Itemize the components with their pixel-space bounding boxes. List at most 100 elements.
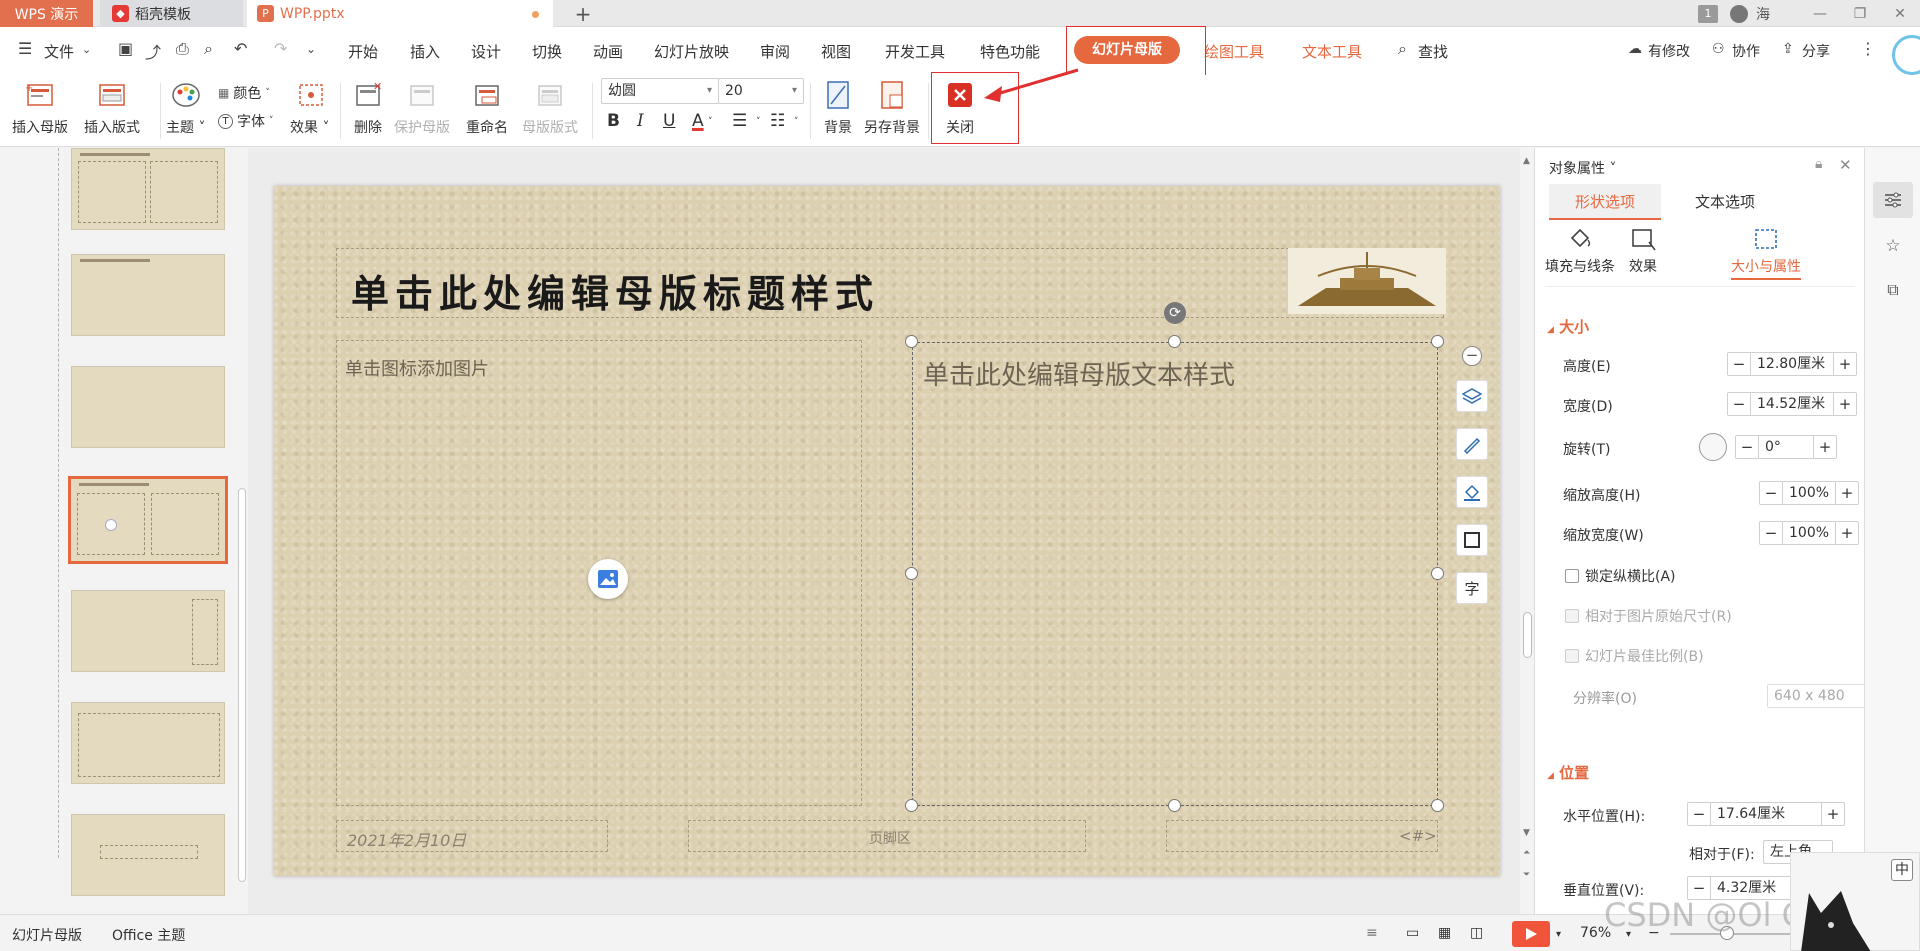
increment-button[interactable]: + (1834, 353, 1856, 375)
resize-handle-sw[interactable] (905, 799, 918, 812)
normal-view-icon[interactable]: ▭ (1406, 925, 1419, 941)
height-stepper[interactable]: − 12.80厘米 + (1727, 352, 1857, 376)
rotation-stepper[interactable]: − 0° + (1735, 435, 1837, 459)
menu-view[interactable]: 视图 (821, 41, 851, 62)
menu-insert[interactable]: 插入 (410, 41, 440, 62)
subtab-effects[interactable]: 效果 (1629, 226, 1657, 276)
increment-button[interactable]: + (1836, 522, 1858, 544)
scroll-down-icon[interactable]: ▼ (1523, 828, 1530, 838)
scale-height-stepper[interactable]: − 100% + (1759, 481, 1859, 505)
thumbnail-layout-section[interactable] (71, 814, 225, 896)
menu-text-tools[interactable]: 文本工具 (1302, 41, 1362, 62)
panel-title[interactable]: 对象属性 ˅ (1549, 158, 1616, 178)
tab-text-options[interactable]: 文本选项 (1665, 184, 1785, 220)
save-background-button[interactable]: 另存背景 (864, 79, 920, 137)
export-pdf-icon[interactable]: ⤴ (145, 39, 161, 63)
lock-icon[interactable]: 🔒︎ (1815, 156, 1822, 172)
text-placeholder-selected[interactable]: 单击此处编辑母版文本样式 (912, 342, 1438, 806)
resize-handle-w[interactable] (905, 567, 918, 580)
comment-icon[interactable]: ⧉ (1873, 272, 1913, 308)
decrement-button[interactable]: − (1760, 522, 1782, 544)
user-avatar[interactable] (1730, 4, 1748, 23)
menu-special[interactable]: 特色功能 (980, 41, 1040, 62)
decrement-button[interactable]: − (1760, 482, 1782, 504)
insert-layout-button[interactable]: 插入版式 (84, 79, 140, 137)
horizontal-position-stepper[interactable]: − 17.64厘米 + (1687, 802, 1845, 826)
scale-width-value[interactable]: 100% (1782, 522, 1836, 544)
menu-file[interactable]: 文件 (44, 41, 74, 62)
effects-button[interactable]: 效果 ˅ (290, 79, 329, 137)
increment-button[interactable]: + (1822, 803, 1844, 825)
thumbnail-layout-icons-2[interactable] (71, 702, 225, 784)
save-icon[interactable]: ▣ (118, 39, 133, 58)
increment-button[interactable]: + (1836, 482, 1858, 504)
footer-placeholder[interactable]: 页脚区 (688, 820, 1086, 852)
numbered-dropdown-icon[interactable]: ˅ (794, 117, 799, 127)
section-size-header[interactable]: ◢ 大小 (1547, 316, 1589, 337)
cloud-sync-icon[interactable]: ☁ (1628, 41, 1642, 57)
lock-aspect-checkbox[interactable]: 锁定纵横比(A) (1565, 566, 1676, 586)
print-preview-icon[interactable]: ⌕ (204, 39, 213, 59)
resize-handle-nw[interactable] (905, 335, 918, 348)
outline-icon[interactable] (1456, 524, 1488, 556)
subtab-fill-line[interactable]: 填充与线条 (1545, 226, 1615, 276)
subtab-size-properties[interactable]: 大小与属性 (1731, 226, 1801, 280)
notes-icon[interactable]: ≡ (1366, 925, 1378, 941)
thumbnail-layout-blank[interactable] (71, 366, 225, 448)
slide-number-placeholder[interactable]: <#> (1166, 820, 1438, 852)
tab-daoke-templates[interactable]: ◆ 稻壳模板 (100, 0, 243, 27)
menu-search[interactable]: 查找 (1418, 41, 1448, 62)
height-value[interactable]: 12.80厘米 (1750, 353, 1834, 375)
title-placeholder[interactable]: 单击此处编辑母版标题样式 (336, 248, 1444, 318)
date-placeholder[interactable]: 2021年2月10日 (336, 820, 608, 852)
prev-slide-icon[interactable]: ⏶ (1523, 848, 1530, 858)
font-color-dropdown-icon[interactable]: ˅ (708, 117, 713, 127)
resolution-select[interactable]: 640 x 480 ▾ (1767, 684, 1864, 708)
rename-button[interactable]: 重命名 (466, 79, 508, 137)
relative-original-checkbox[interactable]: 相对于图片原始尺寸(R) (1565, 606, 1732, 626)
decrement-button[interactable]: − (1728, 353, 1750, 375)
resize-handle-n[interactable] (1168, 335, 1181, 348)
section-position-header[interactable]: ◢ 位置 (1547, 762, 1589, 783)
scrollbar-thumb[interactable] (238, 488, 246, 882)
fonts-dropdown[interactable]: T 字体 ˅ (218, 111, 274, 131)
master-layout-button[interactable]: 母版版式 (522, 79, 578, 137)
colors-dropdown[interactable]: ▦ 颜色 ˅ (218, 83, 270, 103)
bullet-list-icon[interactable]: ☰ (732, 111, 747, 131)
rotation-dial-icon[interactable] (1699, 433, 1727, 461)
floating-avatar-widget[interactable]: 中 (1790, 852, 1920, 951)
menu-draw-tools[interactable]: 绘图工具 (1204, 41, 1264, 62)
thumbnail-layout-icons[interactable] (71, 148, 225, 230)
width-stepper[interactable]: − 14.52厘米 + (1727, 392, 1857, 416)
resize-handle-ne[interactable] (1431, 335, 1444, 348)
more-options-icon[interactable]: ⋮ (1860, 39, 1876, 58)
fill-bucket-icon[interactable] (1456, 476, 1488, 508)
quick-access-more-icon[interactable]: ⌄ (306, 42, 316, 56)
collapse-tools-icon[interactable]: − (1462, 346, 1482, 366)
resize-handle-se[interactable] (1431, 799, 1444, 812)
slide-sorter-icon[interactable]: ▦ (1438, 925, 1451, 941)
theme-button[interactable]: 主题 ˅ (166, 79, 205, 137)
rotate-handle-icon[interactable]: ⟳ (1164, 302, 1186, 324)
increment-button[interactable]: + (1814, 436, 1836, 458)
pen-style-icon[interactable] (1456, 428, 1488, 460)
undo-icon[interactable]: ↶ (234, 39, 247, 58)
decrement-button[interactable]: − (1728, 393, 1750, 415)
bold-button[interactable]: B (607, 111, 620, 131)
tab-shape-options[interactable]: 形状选项 (1549, 184, 1661, 220)
text-direction-icon[interactable]: 字 (1456, 572, 1488, 604)
canvas-scrollbar-thumb[interactable] (1523, 612, 1532, 658)
status-theme[interactable]: Office 主题 (112, 925, 185, 945)
window-count-badge[interactable]: 1 (1698, 4, 1718, 23)
tab-wps-home[interactable]: WPS 演示 (0, 0, 93, 27)
close-panel-icon[interactable]: ✕ (1839, 156, 1852, 174)
rotation-value[interactable]: 0° (1758, 436, 1814, 458)
ime-chinese-icon[interactable]: 中 (1891, 859, 1913, 881)
insert-master-button[interactable]: + 插入母版 (12, 79, 68, 137)
scroll-up-icon[interactable]: ▲ (1523, 156, 1530, 166)
menu-design[interactable]: 设计 (471, 41, 501, 62)
best-scale-checkbox[interactable]: 幻灯片最佳比例(B) (1565, 646, 1704, 666)
menu-review[interactable]: 审阅 (760, 41, 790, 62)
numbered-list-icon[interactable]: ☷ (770, 111, 785, 131)
share-icon[interactable]: ⇪ (1782, 41, 1794, 57)
